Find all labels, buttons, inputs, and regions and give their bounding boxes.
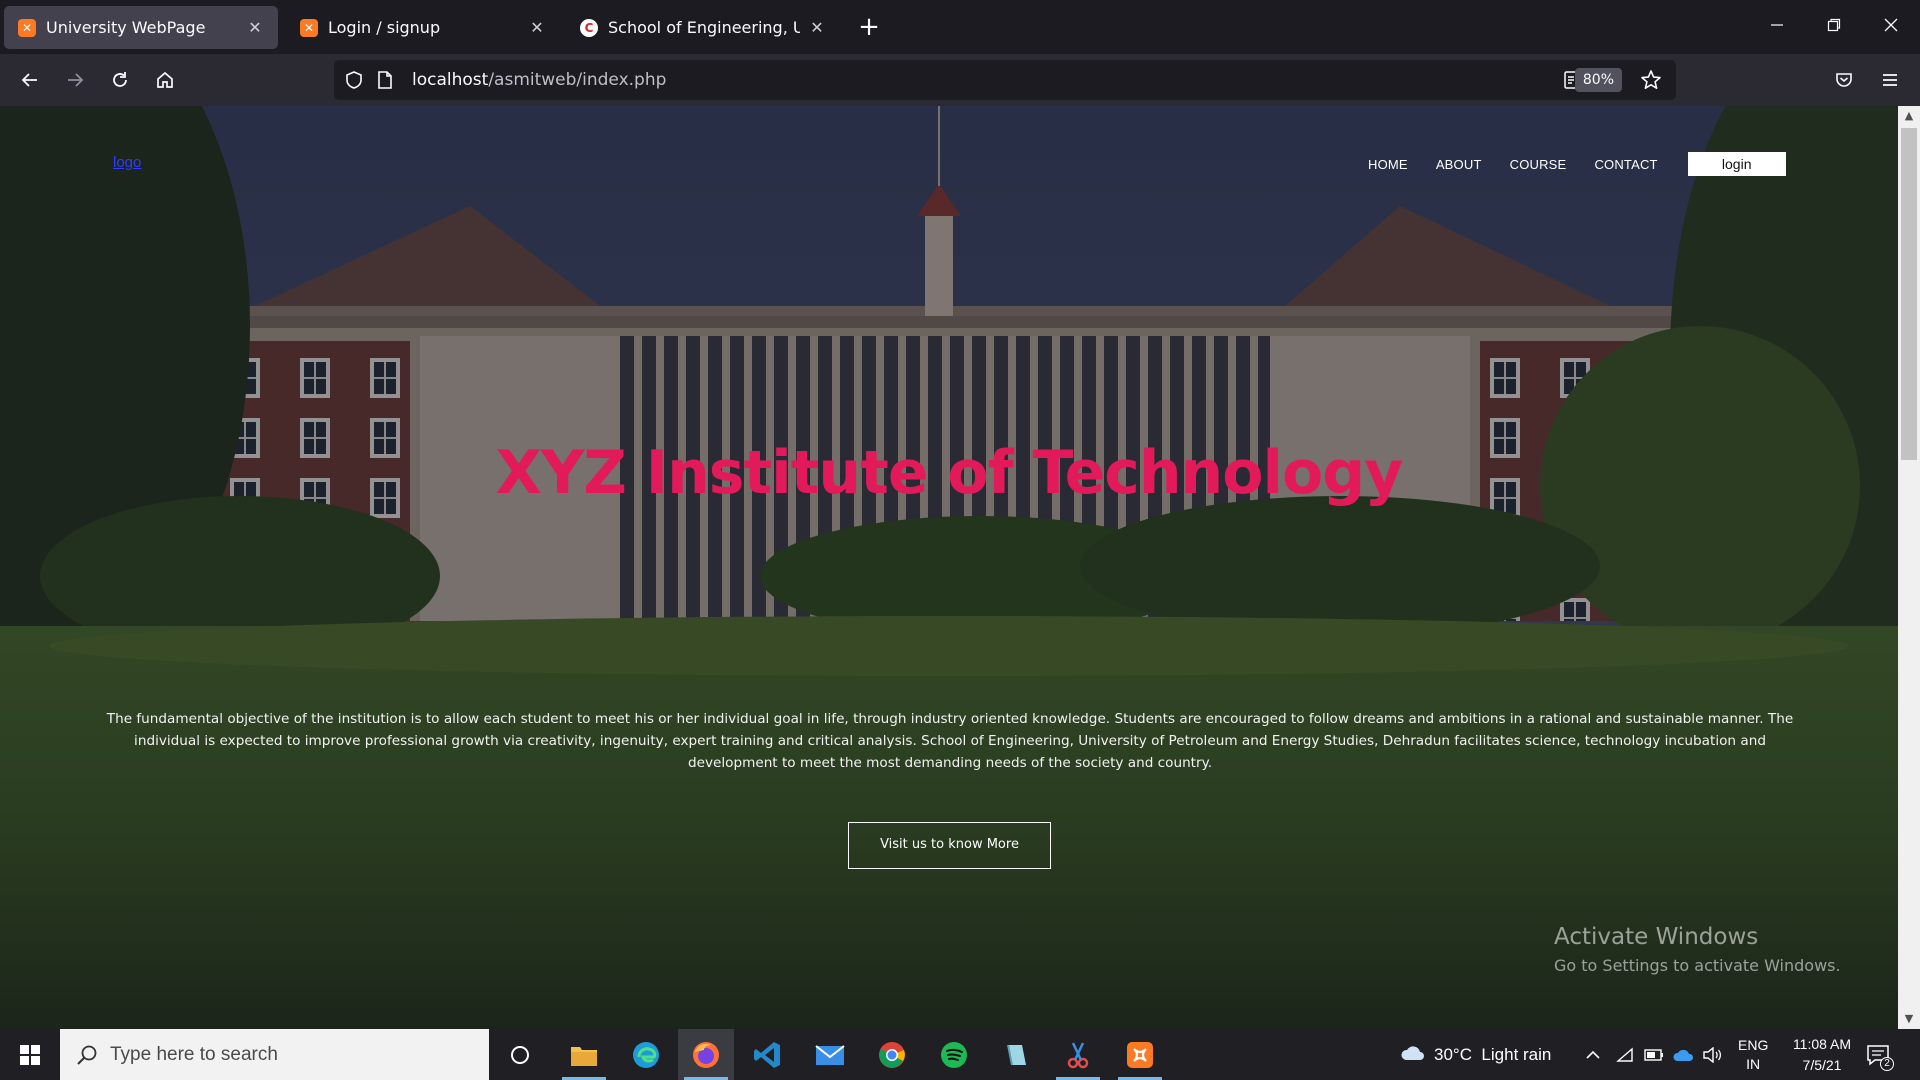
scroll-up-icon[interactable]: ▲: [1898, 106, 1920, 126]
watermark-subtitle: Go to Settings to activate Windows.: [1554, 956, 1841, 975]
tab-upes[interactable]: C School of Engineering, UPES De ✕: [566, 6, 840, 49]
tab-title: Login / signup: [328, 18, 441, 37]
snipping-tool-icon[interactable]: [1050, 1029, 1106, 1080]
page-icon[interactable]: [376, 70, 394, 94]
tab-title: School of Engineering, UPES De: [608, 18, 800, 37]
hero-title: XYZ Institute of Technology: [495, 438, 1404, 508]
site-navigation: HOME ABOUT COURSE CONTACT login: [1368, 152, 1786, 176]
hero-description: The fundamental objective of the institu…: [106, 711, 1794, 771]
minimize-icon[interactable]: [1762, 12, 1792, 42]
bookmark-star-icon[interactable]: [1640, 69, 1662, 95]
shield-icon[interactable]: [344, 70, 364, 94]
windows-taskbar: Type here to search 30°C Light rain ENG …: [0, 1029, 1920, 1080]
forward-icon[interactable]: [57, 62, 93, 98]
xampp-icon[interactable]: [1112, 1029, 1168, 1080]
address-bar[interactable]: localhost/asmitweb/index.php 80%: [334, 60, 1676, 100]
close-tab-icon[interactable]: ✕: [246, 18, 264, 37]
back-icon[interactable]: [12, 62, 48, 98]
scroll-thumb[interactable]: [1901, 128, 1917, 460]
tab-login-signup[interactable]: ✕ Login / signup ✕: [286, 6, 560, 49]
home-icon[interactable]: [147, 62, 183, 98]
cloud-rain-icon: [1401, 1045, 1424, 1060]
close-window-icon[interactable]: [1876, 12, 1906, 42]
login-button[interactable]: login: [1687, 152, 1786, 176]
clock-date: 7/5/21: [1802, 1056, 1842, 1073]
site-logo-link[interactable]: logo: [113, 154, 141, 171]
pocket-icon[interactable]: [1826, 62, 1862, 98]
windows-start-icon[interactable]: [8, 1038, 52, 1072]
url-path: /asmitweb/index.php: [488, 70, 667, 90]
show-hidden-icons-chevron-icon[interactable]: [1586, 1029, 1600, 1080]
search-icon: [76, 1044, 98, 1066]
tab-title: University WebPage: [46, 18, 206, 37]
reload-icon[interactable]: [102, 62, 138, 98]
battery-icon[interactable]: [1644, 1029, 1664, 1080]
firefox-icon[interactable]: [678, 1029, 734, 1080]
hero-overlay: [0, 106, 1898, 1029]
close-tab-icon[interactable]: ✕: [528, 18, 546, 37]
url-host: localhost: [412, 70, 489, 90]
weather-text: 30°C Light rain: [1434, 1044, 1552, 1064]
mail-icon[interactable]: [802, 1029, 858, 1080]
url-text[interactable]: localhost/asmitweb/index.php: [412, 60, 666, 100]
language-code: ENG: [1738, 1036, 1769, 1053]
scroll-down-icon[interactable]: ▼: [1898, 1009, 1920, 1029]
spotify-icon[interactable]: [926, 1029, 982, 1080]
language-indicator[interactable]: ENG IN: [1738, 1029, 1768, 1080]
chrome-icon[interactable]: [864, 1029, 920, 1080]
nav-link-about[interactable]: ABOUT: [1436, 157, 1482, 172]
watermark-title: Activate Windows: [1554, 924, 1759, 950]
nav-link-home[interactable]: HOME: [1368, 157, 1408, 172]
visit-more-button[interactable]: Visit us to know More: [848, 822, 1051, 869]
clock[interactable]: 11:08 AM 7/5/21: [1782, 1029, 1862, 1080]
notifications-button[interactable]: 2: [1866, 1029, 1894, 1080]
page-viewport: logo HOME ABOUT COURSE CONTACT login XYZ…: [0, 106, 1898, 1029]
onedrive-icon[interactable]: [1672, 1029, 1694, 1080]
notification-count-badge: 2: [1880, 1057, 1894, 1071]
taskbar-search-box[interactable]: Type here to search: [60, 1029, 489, 1080]
weather-widget[interactable]: 30°C Light rain: [1400, 1029, 1551, 1080]
file-explorer-icon[interactable]: [556, 1029, 612, 1080]
cortana-icon[interactable]: [492, 1029, 548, 1080]
xampp-icon: ✕: [18, 18, 36, 37]
wifi-icon[interactable]: [1616, 1029, 1634, 1080]
restore-icon[interactable]: [1819, 12, 1849, 42]
upes-icon: C: [580, 18, 598, 37]
volume-icon[interactable]: [1702, 1029, 1722, 1080]
xampp-icon: ✕: [300, 18, 318, 37]
tab-university-webpage[interactable]: ✕ University WebPage ✕: [4, 6, 278, 49]
search-placeholder: Type here to search: [110, 1043, 278, 1065]
activate-windows-watermark: Activate Windows Go to Settings to activ…: [1554, 924, 1841, 975]
notepad-icon[interactable]: [988, 1029, 1044, 1080]
page-scrollbar[interactable]: ▲ ▼: [1898, 106, 1920, 1029]
new-tab-button[interactable]: +: [858, 10, 880, 44]
tab-strip: ✕ University WebPage ✕ ✕ Login / signup …: [0, 0, 1920, 54]
nav-link-course[interactable]: COURSE: [1510, 157, 1567, 172]
menu-hamburger-icon[interactable]: [1872, 62, 1908, 98]
close-tab-icon[interactable]: ✕: [808, 18, 826, 37]
region-code: IN: [1746, 1055, 1761, 1072]
clock-time: 11:08 AM: [1792, 1035, 1852, 1052]
edge-icon[interactable]: [618, 1029, 674, 1080]
nav-link-contact[interactable]: CONTACT: [1594, 157, 1657, 172]
navigation-toolbar: localhost/asmitweb/index.php 80%: [0, 54, 1920, 106]
zoom-level-badge[interactable]: 80%: [1574, 68, 1622, 92]
vscode-icon[interactable]: [740, 1029, 796, 1080]
